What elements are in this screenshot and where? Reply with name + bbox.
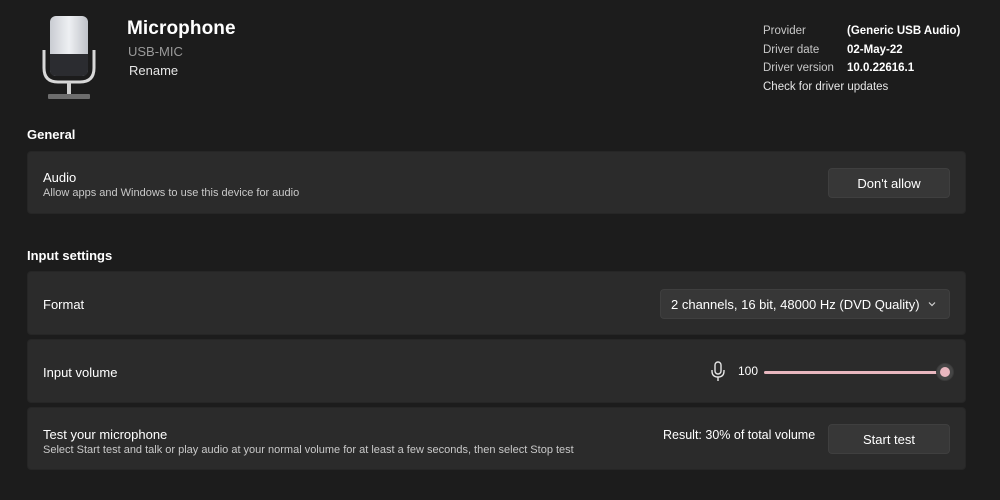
start-test-button[interactable]: Start test	[828, 424, 950, 454]
audio-description: Allow apps and Windows to use this devic…	[43, 187, 300, 199]
device-subtitle: USB-MIC	[128, 44, 183, 59]
audio-card: Audio Allow apps and Windows to use this…	[27, 151, 966, 214]
slider-thumb[interactable]	[936, 363, 954, 381]
microphone-properties-page: Microphone USB-MIC Rename Provider (Gene…	[0, 0, 1000, 500]
driver-version-value: 10.0.22616.1	[847, 62, 915, 74]
input-volume-slider[interactable]	[764, 360, 954, 384]
slider-thumb-dot	[940, 367, 950, 377]
input-volume-value: 100	[738, 364, 759, 378]
input-settings-heading: Input settings	[27, 248, 113, 263]
slider-fill	[764, 371, 945, 374]
test-microphone-card: Test your microphone Select Start test a…	[27, 407, 966, 470]
audio-title: Audio	[43, 170, 77, 185]
format-selected-value: 2 channels, 16 bit, 48000 Hz (DVD Qualit…	[671, 296, 920, 312]
driver-date-value: 02-May-22	[847, 43, 903, 56]
driver-version-row: Driver version 10.0.22616.1	[763, 59, 960, 78]
device-title: Microphone	[127, 18, 236, 39]
test-result-text: Result: 30% of total volume	[663, 428, 816, 442]
dont-allow-button[interactable]: Don't allow	[828, 168, 950, 198]
input-volume-card: Input volume 100	[27, 339, 966, 403]
rename-link[interactable]: Rename	[129, 63, 178, 78]
check-driver-updates-link[interactable]: Check for driver updates	[763, 78, 960, 97]
driver-provider-label: Provider	[763, 25, 806, 37]
general-heading: General	[27, 127, 76, 142]
test-microphone-title: Test your microphone	[43, 427, 168, 442]
driver-info: Provider (Generic USB Audio) Driver date…	[763, 22, 960, 96]
driver-date-label: Driver date	[763, 43, 820, 56]
driver-date-row: Driver date 02-May-22	[763, 41, 960, 60]
format-card: Format 2 channels, 16 bit, 48000 Hz (DVD…	[27, 271, 966, 335]
driver-provider-value: (Generic USB Audio)	[847, 25, 961, 37]
driver-version-label: Driver version	[763, 62, 834, 74]
driver-provider-row: Provider (Generic USB Audio)	[763, 22, 960, 41]
format-title: Format	[43, 297, 85, 312]
microphone-icon[interactable]	[710, 361, 726, 383]
format-dropdown[interactable]: 2 channels, 16 bit, 48000 Hz (DVD Qualit…	[660, 289, 950, 319]
input-volume-title: Input volume	[43, 365, 118, 380]
test-microphone-description: Select Start test and talk or play audio…	[43, 444, 574, 456]
chevron-down-icon	[928, 302, 936, 307]
microphone-device-icon	[42, 16, 96, 99]
